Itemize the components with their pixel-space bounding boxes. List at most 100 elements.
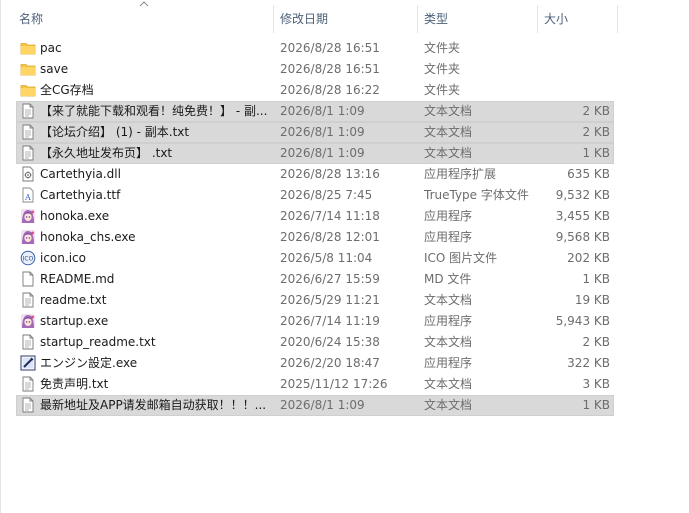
file-type: 文件夹: [424, 83, 461, 97]
file-row[interactable]: README.md 2026/6/27 15:59 MD 文件 1 KB: [16, 269, 614, 290]
settings-app-icon: [20, 355, 36, 371]
file-name: 【来了就能下载和观看！纯免费！】 - 副...: [40, 104, 268, 118]
file-type: 文本文档: [424, 377, 473, 391]
file-size: 19 KB: [574, 293, 610, 307]
file-name: startup.exe: [40, 314, 109, 328]
column-divider[interactable]: [273, 5, 274, 33]
column-divider[interactable]: [537, 5, 538, 33]
file-list: pac 2026/8/28 16:51 文件夹 save 2026/8/28 16:51…: [16, 38, 616, 416]
file-row[interactable]: Cartethyia.dll 2026/8/28 13:16 应用程序扩展 635 K…: [16, 164, 614, 185]
file-name: README.md: [40, 272, 115, 286]
file-modified-date: 2026/8/28 12:01: [280, 230, 380, 244]
file-row[interactable]: 最新地址及APP请发邮箱自动获取！！！... 2026/8/1 1:09 文本文档 1…: [16, 395, 614, 416]
file-modified-date: 2020/6/24 15:38: [280, 335, 380, 349]
file-name: readme.txt: [40, 293, 107, 307]
file-modified-date: 2025/11/12 17:26: [280, 377, 388, 391]
file-row[interactable]: honoka.exe 2026/7/14 11:18 应用程序 3,455 KB: [16, 206, 614, 227]
file-row[interactable]: 【来了就能下载和观看！纯免费！】 - 副... 2026/8/1 1:09 文本文档…: [16, 101, 614, 122]
file-modified-date: 2026/7/14 11:18: [280, 209, 380, 223]
file-row[interactable]: A Cartethyia.ttf 2026/8/25 7:45 TrueType 字体…: [16, 185, 614, 206]
file-name: Cartethyia.ttf: [40, 188, 121, 202]
file-row[interactable]: 【永久地址发布页】 .txt 2026/8/1 1:09 文本文档 1 KB: [16, 143, 614, 164]
file-type: 文本文档: [424, 146, 473, 160]
file-type: 文本文档: [424, 335, 473, 349]
file-type: 文本文档: [424, 125, 473, 139]
text-file-icon: [20, 124, 36, 140]
column-divider[interactable]: [617, 5, 618, 33]
file-modified-date: 2026/8/28 13:16: [280, 167, 380, 181]
text-file-icon: [20, 376, 36, 392]
blank-file-icon: [20, 271, 36, 287]
file-size: [536, 38, 610, 59]
dll-icon: [20, 166, 36, 182]
anime-app-icon: [20, 229, 36, 245]
file-row[interactable]: startup_readme.txt 2020/6/24 15:38 文本文档 2 K…: [16, 332, 614, 353]
file-type: 应用程序: [424, 209, 473, 223]
file-row[interactable]: 全CG存档 2026/8/28 16:22 文件夹: [16, 80, 614, 101]
column-header-type[interactable]: 类型: [424, 10, 448, 28]
file-row[interactable]: pac 2026/8/28 16:51 文件夹: [16, 38, 614, 59]
file-type: 应用程序: [424, 314, 473, 328]
file-name: エンジン設定.exe: [40, 356, 138, 370]
file-name: 【永久地址发布页】 .txt: [40, 146, 173, 160]
file-type: 文本文档: [424, 398, 473, 412]
folder-icon: [20, 82, 36, 98]
file-row[interactable]: startup.exe 2026/7/14 11:19 应用程序 5,943 KB: [16, 311, 614, 332]
file-type: 应用程序: [424, 230, 473, 244]
file-size: 2 KB: [582, 125, 610, 139]
anime-app-icon: [20, 313, 36, 329]
file-modified-date: 2026/8/25 7:45: [280, 188, 373, 202]
file-type: MD 文件: [424, 272, 472, 286]
file-size: 3,455 KB: [555, 209, 610, 223]
column-header-date[interactable]: 修改日期: [280, 10, 328, 28]
file-size: 202 KB: [567, 251, 610, 265]
sort-ascending-icon[interactable]: [138, 0, 150, 8]
file-modified-date: 2026/8/28 16:22: [280, 83, 380, 97]
folder-icon: [20, 61, 36, 77]
file-size: 1 KB: [582, 146, 610, 160]
file-row[interactable]: 免责声明.txt 2025/11/12 17:26 文本文档 3 KB: [16, 374, 614, 395]
file-size: 635 KB: [567, 167, 610, 181]
file-name: icon.ico: [40, 251, 86, 265]
file-name: startup_readme.txt: [40, 335, 156, 349]
file-modified-date: 2026/8/1 1:09: [280, 104, 365, 118]
file-type: 文本文档: [424, 104, 473, 118]
svg-text:A: A: [24, 193, 31, 202]
file-row[interactable]: honoka_chs.exe 2026/8/28 12:01 应用程序 9,568 K…: [16, 227, 614, 248]
file-name: save: [40, 62, 69, 76]
file-type: 应用程序: [424, 356, 473, 370]
column-header-size[interactable]: 大小: [544, 10, 568, 28]
file-size: 9,568 KB: [555, 230, 610, 244]
column-header-name[interactable]: 名称: [19, 10, 43, 28]
file-size: [536, 80, 610, 101]
file-name: Cartethyia.dll: [40, 167, 121, 181]
file-size: 1 KB: [582, 398, 610, 412]
file-name: honoka_chs.exe: [40, 230, 136, 244]
svg-text:ICO: ICO: [23, 256, 34, 263]
file-name: pac: [40, 41, 62, 55]
file-type: 文件夹: [424, 41, 461, 55]
file-type: TrueType 字体文件: [424, 188, 529, 202]
column-divider[interactable]: [417, 5, 418, 33]
file-modified-date: 2026/5/29 11:21: [280, 293, 380, 307]
ico-file-icon: ICO: [20, 250, 36, 266]
text-file-icon: [20, 334, 36, 350]
column-header-bar: 名称 修改日期 类型 大小: [0, 0, 620, 34]
file-row[interactable]: save 2026/8/28 16:51 文件夹: [16, 59, 614, 80]
text-file-icon: [20, 397, 36, 413]
file-size: 9,532 KB: [555, 188, 610, 202]
file-explorer: 名称 修改日期 类型 大小 pac 2026/8/28 16:51 文件夹 save 2…: [0, 0, 689, 513]
file-row[interactable]: エンジン設定.exe 2026/2/20 18:47 应用程序 322 KB: [16, 353, 614, 374]
file-row[interactable]: readme.txt 2026/5/29 11:21 文本文档 19 KB: [16, 290, 614, 311]
file-row[interactable]: ICO icon.ico 2026/5/8 11:04 ICO 图片文件 202 KB: [16, 248, 614, 269]
file-modified-date: 2026/7/14 11:19: [280, 314, 380, 328]
file-type: 文件夹: [424, 62, 461, 76]
file-row[interactable]: 【论坛介绍】 (1) - 副本.txt 2026/8/1 1:09 文本文档 2 KB: [16, 122, 614, 143]
text-file-icon: [20, 103, 36, 119]
font-file-icon: A: [20, 187, 36, 203]
file-size: 1 KB: [582, 272, 610, 286]
file-size: 322 KB: [567, 356, 610, 370]
file-name: 全CG存档: [40, 83, 94, 97]
file-type: 应用程序扩展: [424, 167, 497, 181]
file-name: 免责声明.txt: [40, 377, 109, 391]
